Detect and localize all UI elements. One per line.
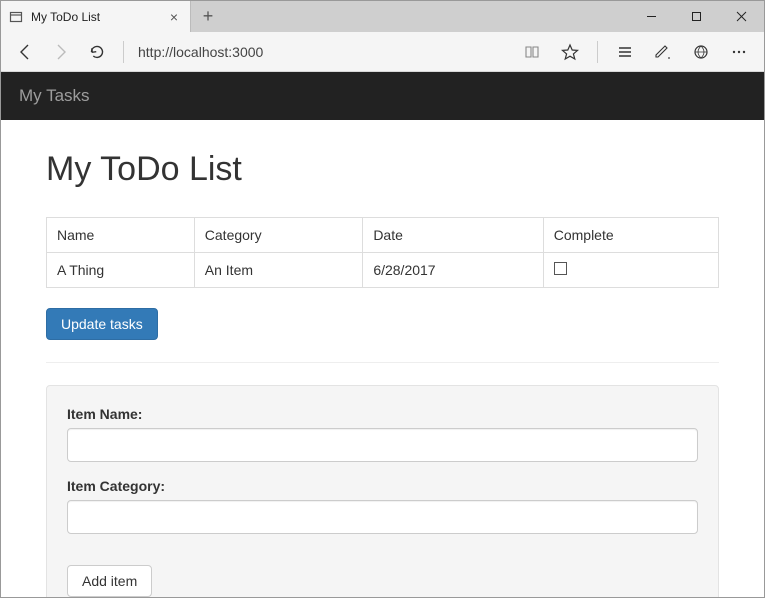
close-window-button[interactable] [719,1,764,32]
update-tasks-button[interactable]: Update tasks [46,308,158,340]
forward-button[interactable] [47,38,75,66]
divider [46,362,719,363]
add-item-button[interactable]: Add item [67,565,152,597]
toolbar-separator [597,41,598,63]
browser-titlebar: My ToDo List × + [1,1,764,32]
page-title: My ToDo List [46,150,719,189]
webnote-icon[interactable] [648,37,678,67]
col-complete: Complete [543,218,718,253]
item-name-label: Item Name: [67,406,698,422]
hub-icon[interactable] [610,37,640,67]
back-button[interactable] [11,38,39,66]
new-tab-button[interactable]: + [191,1,225,32]
toolbar-separator [123,41,124,63]
cell-date: 6/28/2017 [363,253,543,288]
col-category: Category [194,218,363,253]
navbar-brand[interactable]: My Tasks [19,86,90,105]
address-bar[interactable]: http://localhost:3000 [136,44,509,60]
item-category-input[interactable] [67,500,698,534]
reading-view-icon[interactable] [517,37,547,67]
table-row: A Thing An Item 6/28/2017 [47,253,719,288]
share-icon[interactable] [686,37,716,67]
complete-checkbox[interactable] [554,262,567,275]
maximize-button[interactable] [674,1,719,32]
add-item-form: Item Name: Item Category: Add item [46,385,719,597]
minimize-button[interactable] [629,1,674,32]
main-container: My ToDo List Name Category Date Complete… [1,120,764,597]
cell-complete [543,253,718,288]
page-viewport: My Tasks My ToDo List Name Category Date… [1,72,764,597]
col-date: Date [363,218,543,253]
item-category-label: Item Category: [67,478,698,494]
more-icon[interactable] [724,37,754,67]
tab-title: My ToDo List [31,10,158,24]
refresh-button[interactable] [83,38,111,66]
cell-name: A Thing [47,253,195,288]
browser-tab[interactable]: My ToDo List × [1,1,191,32]
col-name: Name [47,218,195,253]
window-controls [629,1,764,32]
browser-toolbar: http://localhost:3000 [1,32,764,72]
favorite-icon[interactable] [555,37,585,67]
app-navbar: My Tasks [1,72,764,120]
page-icon [9,10,23,24]
tab-close-button[interactable]: × [166,9,182,25]
item-name-input[interactable] [67,428,698,462]
cell-category: An Item [194,253,363,288]
tasks-table: Name Category Date Complete A Thing An I… [46,217,719,288]
